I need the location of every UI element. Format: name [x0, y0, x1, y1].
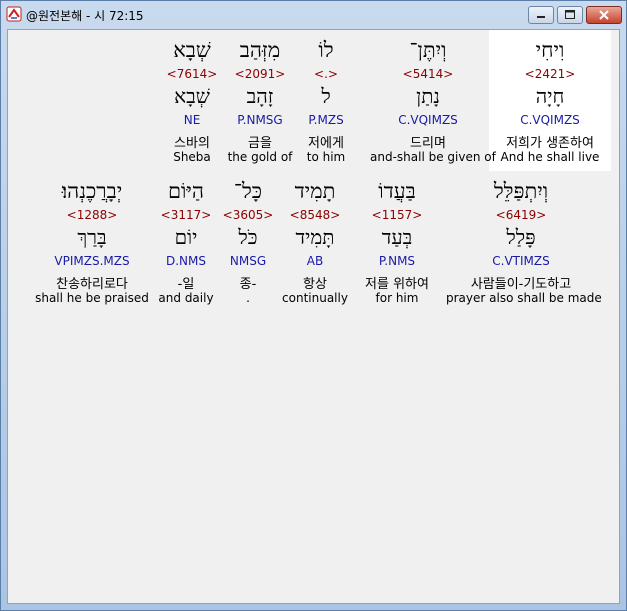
- hebrew-word: תָמִיד: [294, 179, 336, 203]
- korean-gloss: 스바의: [174, 136, 210, 151]
- interlinear-panel[interactable]: וִיחִי <2421> חָיָה C.VQIMZS 저희가 생존하여 An…: [7, 29, 620, 604]
- english-gloss: for him: [375, 291, 419, 305]
- strong-number[interactable]: <1288>: [32, 208, 152, 222]
- english-gloss: and daily: [158, 291, 214, 305]
- strong-number[interactable]: <6419>: [446, 208, 596, 222]
- maximize-icon: [565, 10, 575, 19]
- english-gloss: and-shall be given of: [370, 150, 496, 164]
- korean-gloss: -일: [177, 277, 195, 292]
- hebrew-lemma: שְׁבָא: [174, 84, 210, 108]
- english-gloss: And he shall live: [500, 150, 600, 164]
- hebrew-word: וִיחִי: [535, 38, 565, 62]
- window-title: @원전본해 - 시 72:15: [26, 9, 144, 23]
- morphology-code: NE: [183, 113, 201, 127]
- korean-gloss: 저에게: [308, 136, 344, 151]
- strong-number[interactable]: <1157>: [354, 208, 440, 222]
- korean-gloss: 찬송하리로다: [56, 277, 128, 292]
- hebrew-lemma: בְּעַד: [381, 225, 413, 249]
- korean-gloss: 저를 위하여: [365, 277, 429, 292]
- close-button[interactable]: [586, 6, 622, 24]
- morphology-code: VPIMZS.MZS: [54, 254, 130, 268]
- hebrew-lemma: חָיָה: [535, 84, 565, 108]
- hebrew-word: וְיִתְפַּלֵּל: [493, 179, 549, 203]
- morphology-code: C.VTIMZS: [492, 254, 550, 268]
- morphology-code: C.VQIMZS: [398, 113, 458, 127]
- hebrew-lemma: יוֹם: [174, 225, 198, 249]
- minimize-icon: [537, 16, 545, 18]
- korean-gloss: 사람들이-기도하고: [470, 277, 572, 292]
- hebrew-lemma: כֹּל: [238, 225, 258, 249]
- english-gloss: Sheba: [173, 150, 211, 164]
- hebrew-lemma: נָתַן: [416, 84, 440, 108]
- app-logo-icon: [6, 6, 22, 22]
- strong-number[interactable]: <5414>: [370, 67, 486, 81]
- korean-gloss: 드리며: [410, 136, 446, 151]
- morphology-code: P.MZS: [308, 113, 344, 127]
- hebrew-word: מִזְּהַב: [239, 38, 281, 62]
- korean-gloss: 종-: [239, 277, 257, 292]
- minimize-button[interactable]: [528, 6, 554, 24]
- strong-number[interactable]: <3117>: [154, 208, 218, 222]
- korean-gloss: 저희가 생존하여: [506, 136, 594, 151]
- hebrew-word: הַיּוֹם: [167, 179, 205, 203]
- hebrew-lemma: פָּלַל: [506, 225, 536, 249]
- english-gloss: .: [246, 291, 250, 305]
- title-bar[interactable]: @원전본해 - 시 72:15: [1, 1, 626, 29]
- english-gloss: shall he be praised: [35, 291, 149, 305]
- english-gloss: continually: [282, 291, 348, 305]
- english-gloss: the gold of: [227, 150, 293, 164]
- morphology-code: P.NMSG: [237, 113, 283, 127]
- korean-gloss: 항상: [303, 277, 327, 292]
- strong-number[interactable]: <7614>: [162, 67, 222, 81]
- close-icon: [599, 10, 609, 20]
- hebrew-lemma: זָהָב: [246, 84, 274, 108]
- hebrew-lemma: ל: [321, 84, 331, 108]
- hebrew-word: וְיִתֶּן־: [409, 38, 447, 62]
- maximize-button[interactable]: [557, 6, 583, 24]
- morphology-code: C.VQIMZS: [520, 113, 580, 127]
- hebrew-word: שְׁבָא: [173, 38, 211, 62]
- strong-number[interactable]: <2421>: [489, 67, 611, 81]
- hebrew-word: לוֹ: [318, 38, 334, 62]
- korean-gloss: 금을: [248, 136, 272, 151]
- hebrew-word: כָּל־: [233, 179, 263, 203]
- strong-number[interactable]: <3605>: [220, 208, 276, 222]
- hebrew-lemma: תָּמִיד: [295, 225, 335, 249]
- strong-number[interactable]: <8548>: [278, 208, 352, 222]
- strong-number[interactable]: <2091>: [226, 67, 294, 81]
- morphology-code: NMSG: [229, 254, 267, 268]
- morphology-code: P.NMS: [378, 254, 416, 268]
- hebrew-word: יְבָרֲכֶנְהוּ׃: [61, 179, 123, 203]
- hebrew-word: בַּעֲדוֹ: [378, 179, 416, 203]
- english-gloss: to him: [306, 150, 346, 164]
- morphology-code: AB: [306, 254, 324, 268]
- app-window: @원전본해 - 시 72:15 וִיחִי <2421> חָיָה C.VQ…: [0, 0, 627, 611]
- morphology-code: D.NMS: [165, 254, 206, 268]
- hebrew-lemma: בָּרַךְ: [77, 225, 107, 249]
- english-gloss: prayer also shall be made: [446, 291, 602, 305]
- strong-number[interactable]: <.>: [296, 67, 356, 81]
